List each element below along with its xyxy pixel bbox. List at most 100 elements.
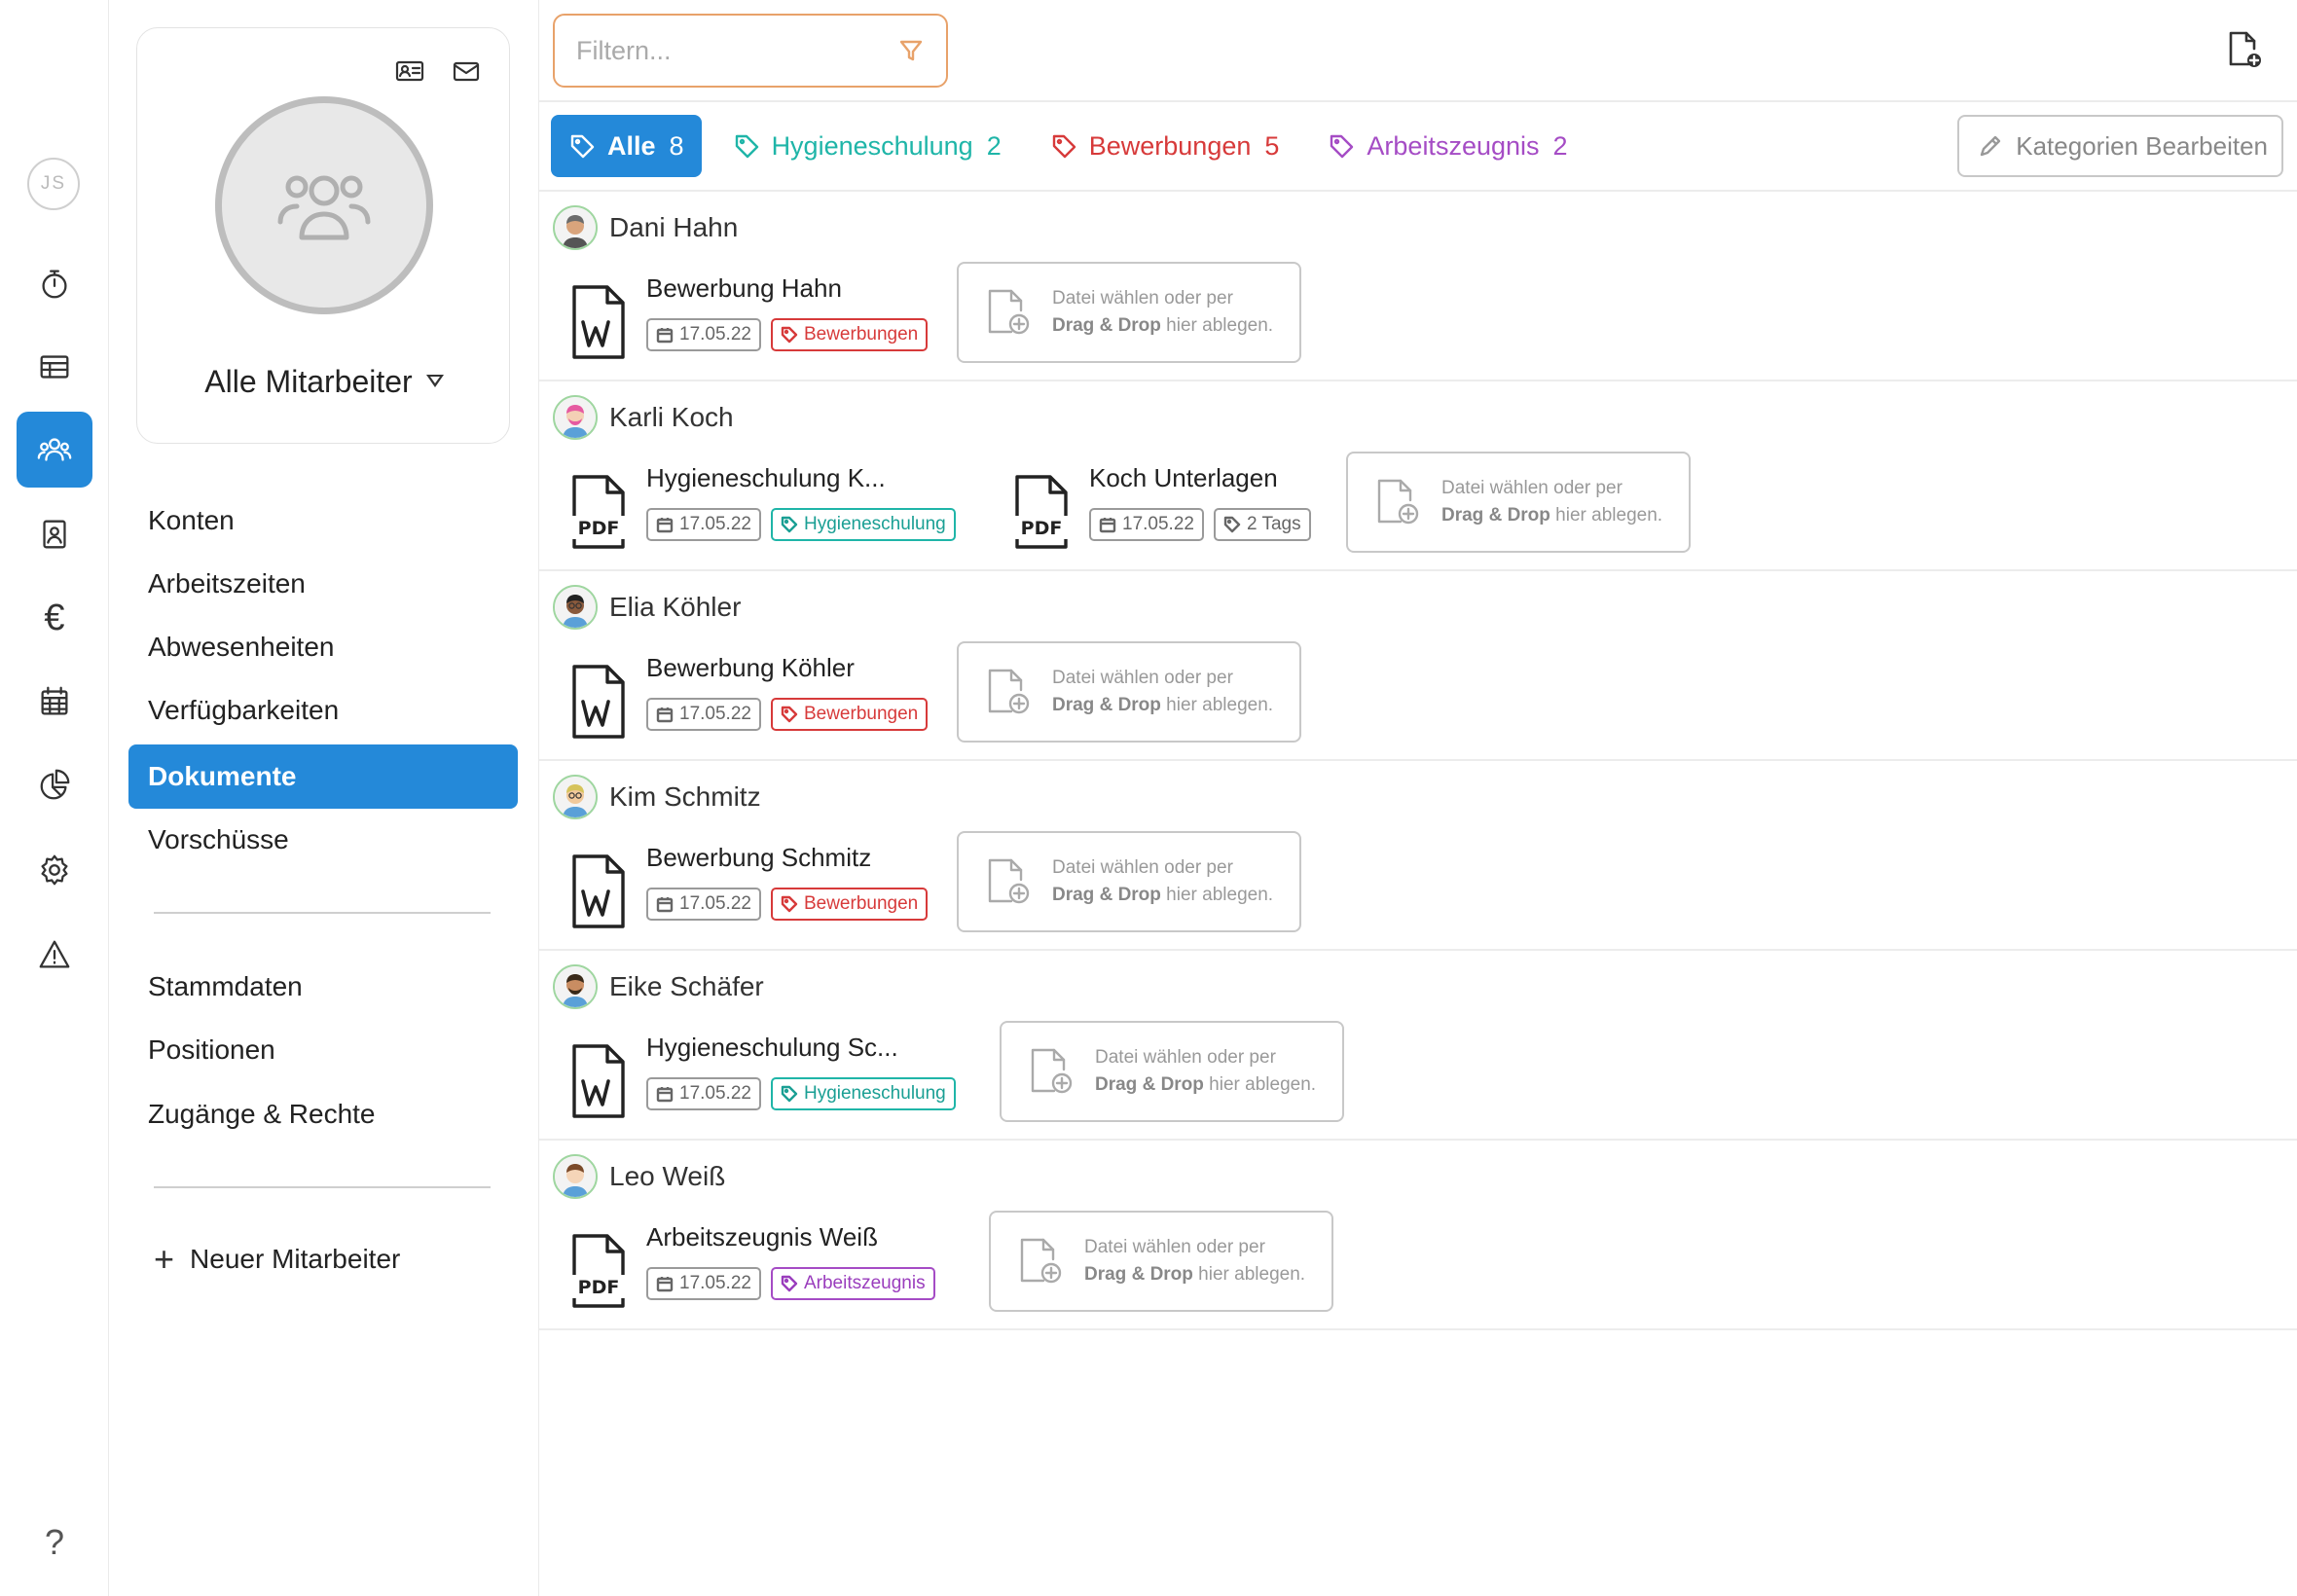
- tag-chip[interactable]: 2 Tags: [1213, 508, 1311, 541]
- nav-item-verfuegbarkeiten[interactable]: Verfügbarkeiten: [128, 678, 518, 743]
- nav-item-dokumente[interactable]: Dokumente: [128, 744, 518, 809]
- employee-header: Dani Hahn: [553, 205, 738, 250]
- gear-icon[interactable]: [17, 832, 92, 908]
- file-add-icon: [1020, 1238, 1062, 1284]
- calendar-icon: [656, 1277, 674, 1292]
- filter-icon: [899, 40, 923, 61]
- tag-icon: [781, 326, 798, 344]
- file-add-icon: [988, 858, 1030, 904]
- document-item[interactable]: PDF Arbeitszeugnis Weiß 17.05.22 Arbeits…: [568, 1222, 977, 1329]
- tag-chip[interactable]: Hygieneschulung: [770, 508, 956, 541]
- filter-input[interactable]: Filtern...: [553, 14, 948, 88]
- nav-item-vorschuesse[interactable]: Vorschüsse: [128, 808, 518, 872]
- nav-item-konten[interactable]: Konten: [128, 489, 518, 553]
- tab-arbeitszeugnis[interactable]: Arbeitszeugnis 2: [1310, 115, 1585, 177]
- documents-panel: Filtern... Alle 8 Hygieneschulung 2 Bewerbun…: [539, 0, 2297, 1596]
- pie-chart-icon[interactable]: [17, 747, 92, 823]
- warning-icon[interactable]: [17, 917, 92, 993]
- divider: [539, 1328, 2297, 1330]
- document-meta: 17.05.22 Hygieneschulung: [646, 508, 966, 541]
- tag-chip[interactable]: Bewerbungen: [770, 318, 929, 351]
- employee-name: Dani Hahn: [609, 212, 739, 242]
- calendar-icon: [1099, 518, 1116, 533]
- tag-chip[interactable]: Bewerbungen: [770, 698, 929, 731]
- tag-icon: [781, 895, 798, 913]
- document-item[interactable]: PDF Hygieneschulung K... 17.05.22 Hygien…: [568, 463, 977, 570]
- calendar-icon[interactable]: [17, 664, 92, 740]
- document-title: Hygieneschulung K...: [646, 463, 886, 492]
- mail-icon[interactable]: [449, 54, 484, 89]
- icon-rail: JS € ?: [0, 0, 109, 1596]
- svg-text:PDF: PDF: [1021, 518, 1063, 539]
- nav-item-positionen[interactable]: Positionen: [128, 1018, 518, 1082]
- calendar-icon: [656, 1087, 674, 1103]
- timer-icon[interactable]: [17, 245, 92, 321]
- contact-card-icon[interactable]: [17, 496, 92, 572]
- file-drop-zone[interactable]: Datei wählen oder per Drag & Drop hier a…: [989, 1211, 1333, 1312]
- document-item[interactable]: Bewerbung Schmitz 17.05.22 Bewerbungen: [568, 843, 977, 950]
- secondary-nav: Alle Mitarbeiter Konten Arbeitszeiten Ab…: [109, 0, 539, 1596]
- document-title: Bewerbung Hahn: [646, 273, 842, 303]
- document-item[interactable]: Hygieneschulung Sc... 17.05.22 Hygienesc…: [568, 1033, 977, 1140]
- pdf-file-icon: PDF: [572, 1234, 625, 1308]
- employee-name: Karli Koch: [609, 402, 734, 432]
- tab-hygieneschulung[interactable]: Hygieneschulung 2: [715, 115, 1019, 177]
- employees-icon[interactable]: [17, 412, 92, 488]
- tag-icon: [781, 1085, 798, 1103]
- nav-item-stammdaten[interactable]: Stammdaten: [128, 955, 518, 1019]
- avatar: [553, 585, 598, 630]
- employee-group: Leo Weiß PDF Arbeitszeugnis Weiß 17.05.2…: [539, 1141, 2297, 1330]
- nav-item-zugaenge-rechte[interactable]: Zugänge & Rechte: [128, 1082, 518, 1146]
- avatar: [553, 205, 598, 250]
- employee-name: Eike Schäfer: [609, 971, 764, 1001]
- document-title: Hygieneschulung Sc...: [646, 1033, 898, 1062]
- date-chip: 17.05.22: [646, 318, 761, 351]
- category-tabs: Alle 8 Hygieneschulung 2 Bewerbungen 5 Arbeits…: [551, 115, 1599, 177]
- plus-icon: +: [154, 1239, 175, 1279]
- employee-name: Elia Köhler: [609, 592, 742, 622]
- document-item[interactable]: Bewerbung Hahn 17.05.22 Bewerbungen: [568, 273, 977, 381]
- document-title: Arbeitszeugnis Weiß: [646, 1222, 878, 1251]
- tab-bewerbungen[interactable]: Bewerbungen 5: [1033, 115, 1297, 177]
- table-icon[interactable]: [17, 329, 92, 405]
- file-drop-zone[interactable]: Datei wählen oder per Drag & Drop hier a…: [1000, 1021, 1344, 1122]
- tag-chip[interactable]: Hygieneschulung: [770, 1077, 956, 1110]
- file-drop-zone[interactable]: Datei wählen oder per Drag & Drop hier a…: [957, 262, 1301, 363]
- employee-header: Leo Weiß: [553, 1154, 725, 1199]
- file-add-icon: [988, 669, 1030, 714]
- file-drop-zone[interactable]: Datei wählen oder per Drag & Drop hier a…: [1346, 452, 1691, 553]
- tag-icon: [781, 706, 798, 723]
- help-icon[interactable]: ?: [17, 1505, 92, 1580]
- document-meta: 17.05.22 Hygieneschulung: [646, 1077, 966, 1110]
- edit-categories-button[interactable]: Kategorien Bearbeiten: [1957, 115, 2283, 177]
- employee-group: Eike Schäfer Hygieneschulung Sc... 17.05…: [539, 951, 2297, 1141]
- date-chip: 17.05.22: [1089, 508, 1204, 541]
- document-item[interactable]: Bewerbung Köhler 17.05.22 Bewerbungen: [568, 653, 977, 760]
- date-chip: 17.05.22: [646, 508, 761, 541]
- employee-selector[interactable]: Alle Mitarbeiter: [137, 364, 511, 400]
- employee-group: Dani Hahn Bewerbung Hahn 17.05.22 Bewerb…: [539, 192, 2297, 381]
- tag-chip[interactable]: Arbeitszeugnis: [770, 1267, 935, 1300]
- employee-header: Karli Koch: [553, 395, 734, 440]
- tab-alle[interactable]: Alle 8: [551, 115, 702, 177]
- new-employee-button[interactable]: + Neuer Mitarbeiter: [154, 1242, 400, 1277]
- tag-chip[interactable]: Bewerbungen: [770, 888, 929, 921]
- tag-icon: [735, 134, 758, 159]
- calendar-icon: [656, 328, 674, 344]
- svg-text:PDF: PDF: [578, 1277, 620, 1298]
- date-chip: 17.05.22: [646, 1077, 761, 1110]
- euro-icon[interactable]: €: [17, 580, 92, 656]
- id-card-icon[interactable]: [392, 54, 427, 89]
- word-file-icon: [572, 285, 625, 359]
- document-title: Bewerbung Köhler: [646, 653, 855, 682]
- file-drop-zone[interactable]: Datei wählen oder per Drag & Drop hier a…: [957, 641, 1301, 743]
- add-document-icon[interactable]: [2221, 27, 2266, 72]
- user-avatar[interactable]: JS: [27, 158, 80, 210]
- tag-icon: [1223, 516, 1241, 533]
- nav-item-arbeitszeiten[interactable]: Arbeitszeiten: [128, 552, 518, 616]
- calendar-icon: [656, 518, 674, 533]
- nav-item-abwesenheiten[interactable]: Abwesenheiten: [128, 615, 518, 679]
- word-file-icon: [572, 854, 625, 928]
- tag-icon: [781, 1275, 798, 1292]
- file-drop-zone[interactable]: Datei wählen oder per Drag & Drop hier a…: [957, 831, 1301, 932]
